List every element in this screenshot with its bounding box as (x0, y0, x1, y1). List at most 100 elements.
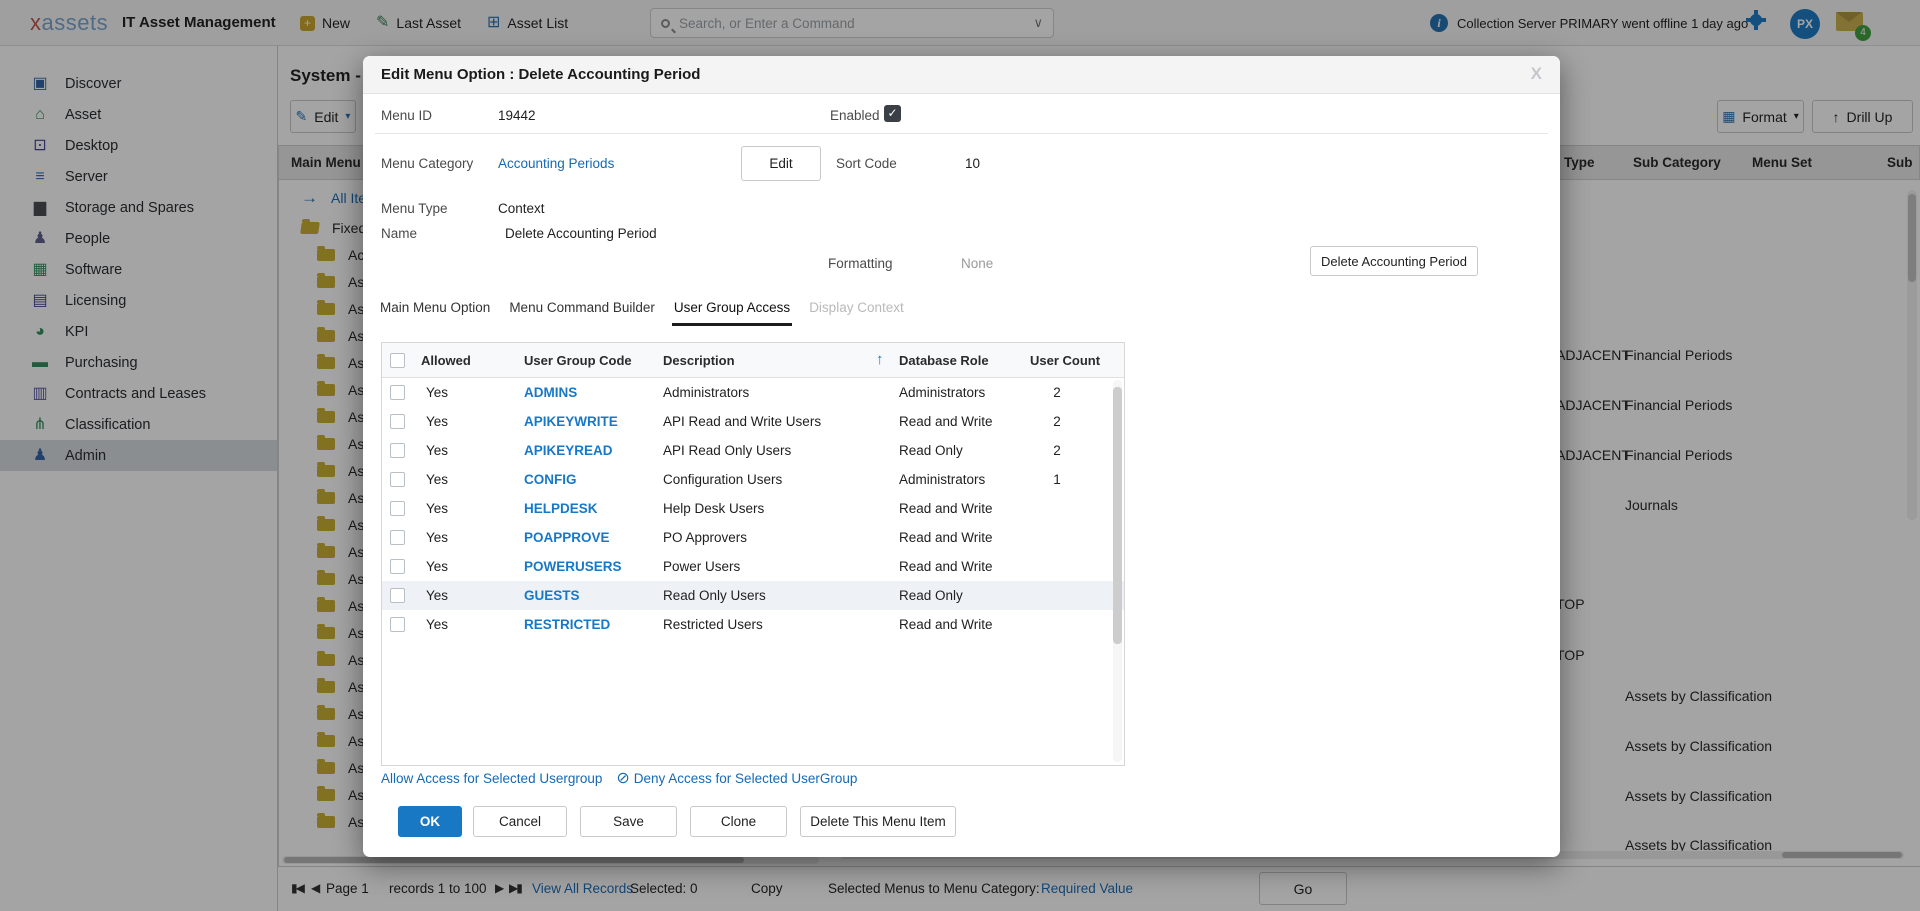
enabled-checkbox[interactable]: ✓ (884, 105, 901, 122)
user-group-row[interactable]: Yes POWERUSERS Power Users Read and Writ… (382, 552, 1124, 581)
delete-accounting-period-button[interactable]: Delete Accounting Period (1310, 246, 1478, 276)
cell-database-role: Read Only (899, 443, 963, 458)
cell-description: PO Approvers (663, 530, 747, 545)
enabled-label: Enabled (830, 108, 880, 123)
cell-database-role: Administrators (899, 385, 985, 400)
column-description[interactable]: Description (663, 353, 735, 368)
column-database-role[interactable]: Database Role (899, 353, 989, 368)
cell-user-group-code-link[interactable]: APIKEYREAD (524, 443, 613, 458)
row-checkbox[interactable] (390, 414, 405, 429)
menu-id-value: 19442 (498, 108, 536, 123)
user-group-row[interactable]: Yes HELPDESK Help Desk Users Read and Wr… (382, 494, 1124, 523)
table-body: Yes ADMINS Administrators Administrators… (382, 378, 1124, 639)
cell-user-group-code-link[interactable]: RESTRICTED (524, 617, 610, 632)
name-value: Delete Accounting Period (505, 226, 657, 241)
cell-user-group-code-link[interactable]: HELPDESK (524, 501, 598, 516)
cell-user-count: 2 (1037, 385, 1077, 400)
menu-category-link[interactable]: Accounting Periods (498, 156, 614, 171)
cell-user-group-code-link[interactable]: CONFIG (524, 472, 577, 487)
row-checkbox[interactable] (390, 617, 405, 632)
row-checkbox[interactable] (390, 530, 405, 545)
dialog-actions: OK Cancel Save Clone Delete This Menu It… (398, 806, 956, 837)
name-label: Name (381, 226, 417, 241)
formatting-value: None (961, 256, 993, 271)
row-checkbox[interactable] (390, 559, 405, 574)
cell-description: Power Users (663, 559, 740, 574)
cell-database-role: Read and Write (899, 501, 993, 516)
cancel-button[interactable]: Cancel (473, 806, 567, 837)
cell-database-role: Read and Write (899, 414, 993, 429)
table-header-row: Allowed User Group Code Description ↑ Da… (382, 343, 1124, 378)
user-group-row[interactable]: Yes APIKEYREAD API Read Only Users Read … (382, 436, 1124, 465)
tab[interactable]: User Group Access (672, 294, 792, 326)
cell-description: Help Desk Users (663, 501, 764, 516)
cell-database-role: Read Only (899, 588, 963, 603)
user-group-row[interactable]: Yes RESTRICTED Restricted Users Read and… (382, 610, 1124, 639)
tab[interactable]: Main Menu Option (378, 294, 492, 326)
tab[interactable]: Display Context (807, 294, 906, 326)
user-group-row[interactable]: Yes ADMINS Administrators Administrators… (382, 378, 1124, 407)
menu-id-label: Menu ID (381, 108, 432, 123)
cell-database-role: Administrators (899, 472, 985, 487)
save-button[interactable]: Save (580, 806, 677, 837)
sort-code-label: Sort Code (836, 156, 897, 171)
cell-description: API Read and Write Users (663, 414, 821, 429)
column-allowed[interactable]: Allowed (421, 353, 471, 368)
row-checkbox[interactable] (390, 472, 405, 487)
sort-ascending-icon[interactable]: ↑ (876, 351, 884, 368)
cell-user-count: 1 (1037, 472, 1077, 487)
edit-menu-option-dialog: Edit Menu Option : Delete Accounting Per… (363, 56, 1560, 857)
dialog-header: Edit Menu Option : Delete Accounting Per… (363, 56, 1560, 94)
select-all-checkbox[interactable] (390, 353, 405, 368)
user-group-row[interactable]: Yes GUESTS Read Only Users Read Only (382, 581, 1124, 610)
cell-user-group-code-link[interactable]: APIKEYWRITE (524, 414, 618, 429)
cell-allowed: Yes (426, 559, 448, 574)
sort-code-value: 10 (965, 156, 980, 171)
cell-database-role: Read and Write (899, 559, 993, 574)
tab[interactable]: Menu Command Builder (507, 294, 657, 326)
deny-access-link[interactable]: Deny Access for Selected UserGroup (634, 771, 858, 786)
no-entry-icon: ⊘ (616, 768, 629, 788)
cell-allowed: Yes (426, 530, 448, 545)
cell-database-role: Read and Write (899, 617, 993, 632)
cell-description: Administrators (663, 385, 749, 400)
user-group-table: Allowed User Group Code Description ↑ Da… (381, 342, 1125, 766)
table-scrollbar-thumb[interactable] (1113, 387, 1122, 644)
column-user-count[interactable]: User Count (1030, 353, 1100, 368)
delete-this-menu-item-button[interactable]: Delete This Menu Item (800, 806, 956, 837)
row-checkbox[interactable] (390, 385, 405, 400)
user-group-row[interactable]: Yes APIKEYWRITE API Read and Write Users… (382, 407, 1124, 436)
allow-access-link[interactable]: Allow Access for Selected Usergroup (381, 771, 602, 786)
divider (375, 133, 1548, 134)
cell-allowed: Yes (426, 588, 448, 603)
cell-user-count: 2 (1037, 414, 1077, 429)
formatting-label: Formatting (828, 256, 893, 271)
ok-button[interactable]: OK (398, 806, 462, 837)
close-icon[interactable]: X (1531, 64, 1542, 84)
row-checkbox[interactable] (390, 588, 405, 603)
dialog-title: Edit Menu Option : Delete Accounting Per… (381, 66, 700, 83)
menu-type-label: Menu Type (381, 201, 448, 216)
cell-allowed: Yes (426, 472, 448, 487)
cell-user-group-code-link[interactable]: GUESTS (524, 588, 580, 603)
dialog-tabs: Main Menu Option Menu Command Builder User… (378, 294, 906, 326)
cell-description: Restricted Users (663, 617, 763, 632)
column-user-group-code[interactable]: User Group Code (524, 353, 632, 368)
cell-description: Read Only Users (663, 588, 766, 603)
row-checkbox[interactable] (390, 501, 405, 516)
menu-type-value: Context (498, 201, 545, 216)
access-links: Allow Access for Selected Usergroup ⊘ De… (381, 768, 857, 788)
cell-user-group-code-link[interactable]: POAPPROVE (524, 530, 610, 545)
category-edit-button[interactable]: Edit (741, 146, 821, 181)
cell-description: Configuration Users (663, 472, 782, 487)
cell-user-group-code-link[interactable]: POWERUSERS (524, 559, 622, 574)
cell-allowed: Yes (426, 617, 448, 632)
user-group-row[interactable]: Yes POAPPROVE PO Approvers Read and Writ… (382, 523, 1124, 552)
app-window: xassets IT Asset Management + New ✎ Last… (0, 0, 1920, 911)
clone-button[interactable]: Clone (690, 806, 787, 837)
cell-database-role: Read and Write (899, 530, 993, 545)
user-group-row[interactable]: Yes CONFIG Configuration Users Administr… (382, 465, 1124, 494)
cell-allowed: Yes (426, 501, 448, 516)
row-checkbox[interactable] (390, 443, 405, 458)
cell-user-group-code-link[interactable]: ADMINS (524, 385, 577, 400)
